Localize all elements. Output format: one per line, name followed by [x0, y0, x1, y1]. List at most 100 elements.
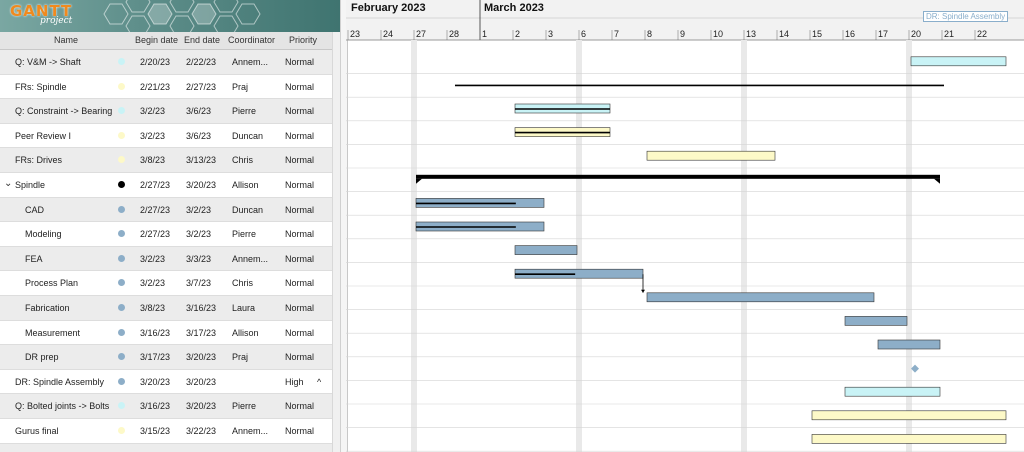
task-name[interactable]: Gurus final: [15, 426, 112, 436]
task-end-date[interactable]: 3/2/23: [186, 205, 211, 215]
task-end-date[interactable]: 3/20/23: [186, 377, 216, 387]
task-priority[interactable]: Normal: [285, 205, 314, 215]
table-row[interactable]: Modeling 2/27/23 3/2/23 Pierre Normal: [0, 222, 332, 247]
table-row[interactable]: FRs: Spindle 2/21/23 2/27/23 Praj Normal: [0, 75, 332, 100]
table-row[interactable]: Measurement 3/16/23 3/17/23 Allison Normal: [0, 321, 332, 346]
task-priority[interactable]: Normal: [285, 352, 314, 362]
task-coordinator[interactable]: Chris: [232, 155, 276, 165]
task-priority[interactable]: Normal: [285, 254, 314, 264]
task-coordinator[interactable]: Pierre: [232, 229, 276, 239]
table-row[interactable]: Gantt v23/15/233/22/23ChrisNormal: [0, 443, 332, 452]
task-priority[interactable]: Normal: [285, 303, 314, 313]
task-coordinator[interactable]: Duncan: [232, 205, 276, 215]
task-priority[interactable]: Normal: [285, 426, 314, 436]
column-header-name[interactable]: Name: [54, 35, 78, 45]
task-begin-date[interactable]: 3/2/23: [140, 131, 165, 141]
table-scrollbar[interactable]: [332, 32, 340, 452]
task-name[interactable]: Fabrication: [25, 303, 112, 313]
task-name[interactable]: CAD: [25, 205, 112, 215]
table-row[interactable]: Q: Constraint -> Bearing 3/2/23 3/6/23 Pier…: [0, 99, 332, 124]
task-name[interactable]: Process Plan: [25, 278, 112, 288]
table-row[interactable]: Peer Review I 3/2/23 3/6/23 Duncan Normal: [0, 124, 332, 149]
task-name[interactable]: Measurement: [25, 328, 112, 338]
task-begin-date[interactable]: 3/17/23: [140, 352, 170, 362]
column-header-end-date[interactable]: End date: [184, 35, 220, 45]
table-row[interactable]: DR prep 3/17/23 3/20/23 Praj Normal: [0, 345, 332, 370]
task-end-date[interactable]: 2/22/23: [186, 57, 216, 67]
task-begin-date[interactable]: 2/20/23: [140, 57, 170, 67]
task-name[interactable]: Peer Review I: [15, 131, 112, 141]
task-priority[interactable]: Normal: [285, 155, 314, 165]
table-row[interactable]: Fabrication 3/8/23 3/16/23 Laura Normal: [0, 295, 332, 321]
table-row[interactable]: Q: V&M -> Shaft 2/20/23 2/22/23 Annem... Nor…: [0, 50, 332, 75]
task-name[interactable]: FRs: Drives: [15, 155, 112, 165]
task-end-date[interactable]: 3/20/23: [186, 180, 216, 190]
task-coordinator[interactable]: Pierre: [232, 401, 276, 411]
chevron-down-icon[interactable]: ⌄: [4, 178, 12, 189]
task-coordinator[interactable]: Chris: [232, 278, 276, 288]
task-coordinator[interactable]: Praj: [232, 352, 276, 362]
table-row[interactable]: Gurus final 3/15/23 3/22/23 Annem... Normal: [0, 419, 332, 444]
task-priority[interactable]: Normal: [285, 82, 314, 92]
task-begin-date[interactable]: 3/2/23: [140, 106, 165, 116]
task-coordinator[interactable]: Praj: [232, 82, 276, 92]
task-begin-date[interactable]: 3/15/23: [140, 426, 170, 436]
task-end-date[interactable]: 3/3/23: [186, 254, 211, 264]
task-priority[interactable]: Normal: [285, 328, 314, 338]
task-end-date[interactable]: 3/17/23: [186, 328, 216, 338]
task-name[interactable]: DR: Spindle Assembly: [15, 377, 112, 387]
task-priority[interactable]: Normal: [285, 180, 314, 190]
task-end-date[interactable]: 3/2/23: [186, 229, 211, 239]
task-priority[interactable]: Normal: [285, 278, 314, 288]
task-priority[interactable]: Normal: [285, 401, 314, 411]
task-begin-date[interactable]: 3/2/23: [140, 278, 165, 288]
task-coordinator[interactable]: Annem...: [232, 57, 276, 67]
task-end-date[interactable]: 3/7/23: [186, 278, 211, 288]
task-name[interactable]: FRs: Spindle: [15, 82, 112, 92]
task-coordinator[interactable]: Allison: [232, 180, 276, 190]
task-coordinator[interactable]: Allison: [232, 328, 276, 338]
task-name[interactable]: Q: Constraint -> Bearing: [15, 106, 112, 116]
table-row[interactable]: CAD 2/27/23 3/2/23 Duncan Normal: [0, 197, 332, 223]
table-row[interactable]: Q: Bolted joints -> Bolts 3/16/23 3/20/23 P…: [0, 394, 332, 419]
table-row[interactable]: FEA 3/2/23 3/3/23 Annem... Normal: [0, 246, 332, 272]
task-priority[interactable]: Normal: [285, 106, 314, 116]
task-priority[interactable]: High: [285, 377, 304, 387]
task-name[interactable]: FEA: [25, 254, 112, 264]
task-end-date[interactable]: 3/20/23: [186, 352, 216, 362]
task-priority[interactable]: Normal: [285, 57, 314, 67]
task-coordinator[interactable]: Laura: [232, 303, 276, 313]
task-end-date[interactable]: 2/27/23: [186, 82, 216, 92]
task-begin-date[interactable]: 3/16/23: [140, 401, 170, 411]
column-header-priority[interactable]: Priority: [289, 35, 317, 45]
task-begin-date[interactable]: 2/27/23: [140, 205, 170, 215]
task-begin-date[interactable]: 2/27/23: [140, 229, 170, 239]
task-begin-date[interactable]: 2/27/23: [140, 180, 170, 190]
task-priority[interactable]: Normal: [285, 131, 314, 141]
task-name[interactable]: Q: V&M -> Shaft: [15, 57, 112, 67]
task-begin-date[interactable]: 3/8/23: [140, 155, 165, 165]
task-begin-date[interactable]: 3/16/23: [140, 328, 170, 338]
table-row[interactable]: DR: Spindle Assembly 3/20/23 3/20/23 High ^: [0, 370, 332, 395]
task-coordinator[interactable]: Pierre: [232, 106, 276, 116]
task-coordinator[interactable]: Annem...: [232, 426, 276, 436]
table-row[interactable]: FRs: Drives 3/8/23 3/13/23 Chris Normal: [0, 148, 332, 173]
task-priority[interactable]: Normal: [285, 229, 314, 239]
task-coordinator[interactable]: Duncan: [232, 131, 276, 141]
column-header-coordinator[interactable]: Coordinator: [228, 35, 275, 45]
table-row[interactable]: Process Plan 3/2/23 3/7/23 Chris Normal: [0, 271, 332, 296]
task-begin-date[interactable]: 2/21/23: [140, 82, 170, 92]
task-name[interactable]: DR prep: [25, 352, 112, 362]
task-end-date[interactable]: 3/16/23: [186, 303, 216, 313]
task-end-date[interactable]: 3/20/23: [186, 401, 216, 411]
task-begin-date[interactable]: 3/2/23: [140, 254, 165, 264]
task-begin-date[interactable]: 3/8/23: [140, 303, 165, 313]
task-name[interactable]: Q: Bolted joints -> Bolts: [15, 401, 112, 411]
task-begin-date[interactable]: 3/20/23: [140, 377, 170, 387]
task-end-date[interactable]: 3/22/23: [186, 426, 216, 436]
task-end-date[interactable]: 3/13/23: [186, 155, 216, 165]
column-header-begin-date[interactable]: Begin date: [135, 35, 178, 45]
task-name[interactable]: Spindle: [15, 180, 112, 190]
table-row[interactable]: ⌄ Spindle 2/27/23 3/20/23 Allison Normal: [0, 173, 332, 198]
task-end-date[interactable]: 3/6/23: [186, 131, 211, 141]
